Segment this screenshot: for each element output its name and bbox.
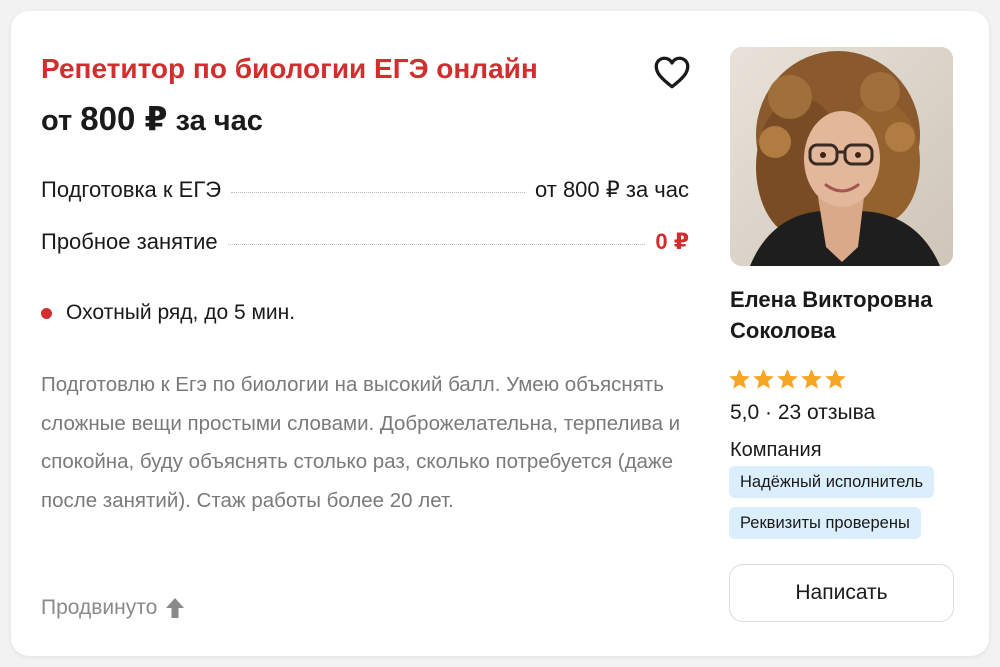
listing-price: от 800 ₽ за час xyxy=(41,99,263,138)
star-icon xyxy=(824,368,847,390)
listing-description: Подготовлю к Егэ по биологии на высокий … xyxy=(41,373,681,513)
dotted-leader xyxy=(231,192,525,193)
price-prefix: от xyxy=(41,105,73,137)
metro-location: Охотный ряд, до 5 мин. xyxy=(41,301,295,325)
service-price: 0 ₽ xyxy=(655,229,689,254)
favorite-button[interactable] xyxy=(651,51,693,93)
heart-outline-icon xyxy=(654,56,690,88)
badge-reliable: Надёжный исполнитель xyxy=(729,466,935,498)
promoted-text: Продвинуто xyxy=(41,596,158,619)
service-row: Подготовка к ЕГЭ от 800 ₽ за час xyxy=(41,177,689,229)
tutor-first-name: Елена Викторовна xyxy=(730,287,933,312)
price-suffix: за час xyxy=(175,105,263,137)
star-icon xyxy=(728,368,751,390)
listing-title[interactable]: Репетитор по биологии ЕГЭ онлайн xyxy=(41,53,538,85)
rating-text[interactable]: 5,0 · 23 отзыва xyxy=(730,401,875,425)
services-list: Подготовка к ЕГЭ от 800 ₽ за час Пробное… xyxy=(41,177,689,281)
arrow-up-icon xyxy=(166,598,185,618)
red-dot-icon xyxy=(41,307,52,319)
tutor-type: Компания xyxy=(730,439,822,461)
service-row: Пробное занятие 0 ₽ xyxy=(41,229,689,281)
tutor-name[interactable]: Елена Викторовна Соколова xyxy=(730,284,970,346)
star-icon xyxy=(800,368,823,390)
portrait-image xyxy=(730,47,953,266)
service-name: Подготовка к ЕГЭ xyxy=(41,177,222,202)
service-name: Пробное занятие xyxy=(41,229,218,254)
price-value: 800 ₽ xyxy=(80,100,168,137)
dotted-leader xyxy=(227,244,646,245)
listing-card[interactable]: Репетитор по биологии ЕГЭ онлайн от 800 … xyxy=(11,11,989,656)
tutor-last-name: Соколова xyxy=(730,318,836,343)
promoted-label: Продвинуто xyxy=(41,596,185,620)
service-price: от 800 ₽ за час xyxy=(535,177,689,202)
rating-stars xyxy=(728,368,848,390)
star-icon xyxy=(752,368,775,390)
write-button[interactable]: Написать xyxy=(729,564,954,622)
metro-text: Охотный ряд, до 5 мин. xyxy=(66,301,296,324)
tutor-photo[interactable] xyxy=(730,47,953,266)
star-icon xyxy=(776,368,799,390)
badge-verified: Реквизиты проверены xyxy=(729,507,921,539)
